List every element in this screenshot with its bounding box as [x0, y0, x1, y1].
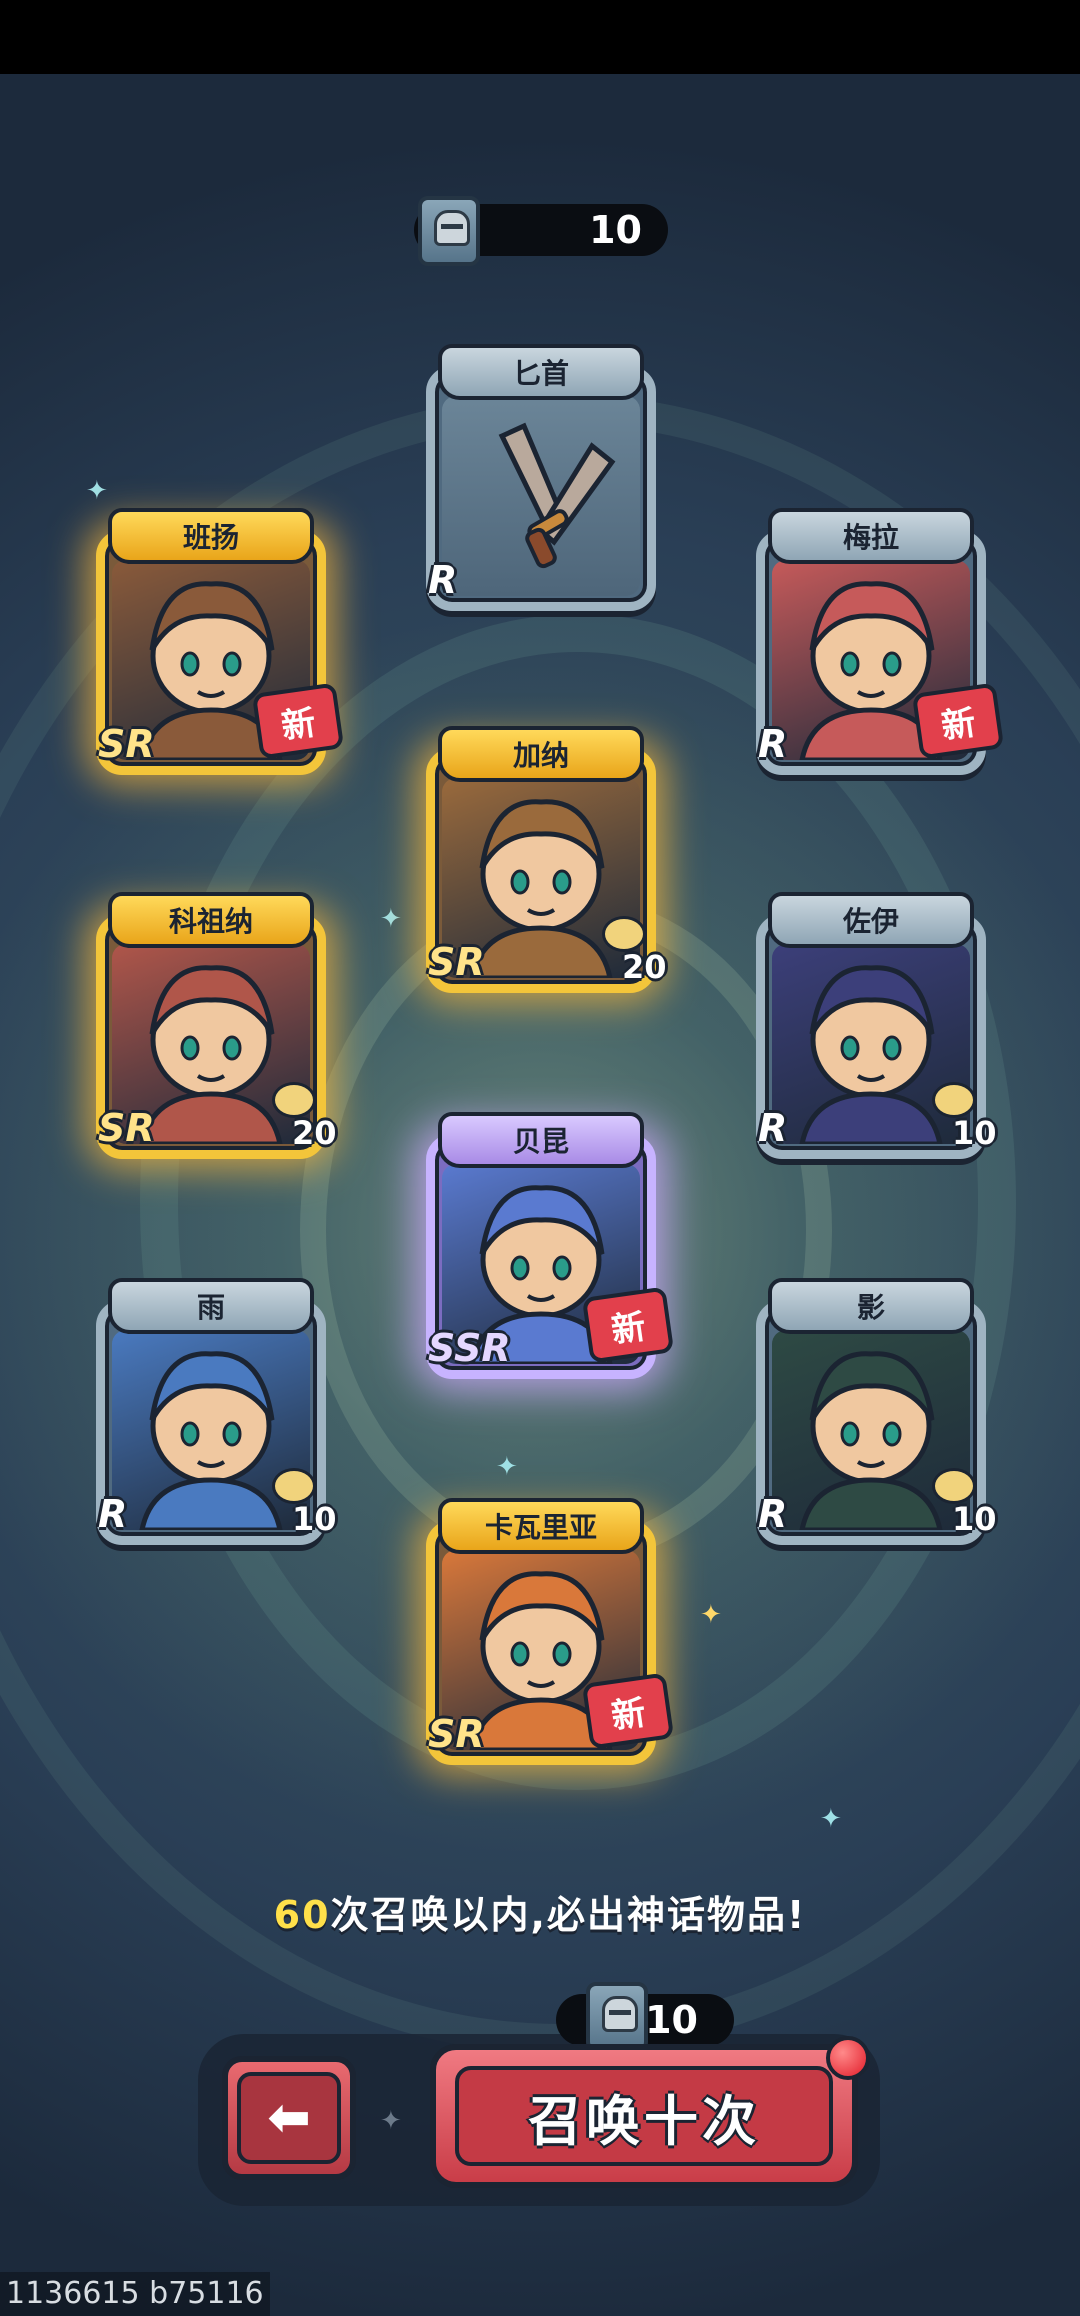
new-badge: 新	[911, 682, 1005, 760]
rarity-label: SSR	[428, 1326, 511, 1370]
card-name: 班扬	[108, 508, 314, 564]
status-bar	[0, 0, 1080, 74]
sparkle-icon: ✦	[820, 1804, 842, 1834]
pity-notice: 60次召唤以内,必出神话物品!	[0, 1884, 1080, 1939]
helmet-ticket-icon	[418, 196, 480, 266]
notification-dot	[826, 2036, 870, 2080]
card-name: 匕首	[438, 344, 644, 400]
rarity-label: R	[758, 1492, 788, 1536]
card-name: 梅拉	[768, 508, 974, 564]
sparkle-icon: ✦	[496, 1452, 518, 1482]
summon-ten-label: 召唤十次	[455, 2066, 833, 2166]
helmet-ticket-icon	[586, 1982, 648, 2052]
card-name: 佐伊	[768, 892, 974, 948]
sparkle-icon: ✦	[380, 904, 402, 934]
back-button[interactable]: ⬅	[222, 2056, 356, 2180]
shard-count: 10	[292, 1500, 337, 1538]
new-badge: 新	[581, 1672, 675, 1750]
sparkle-icon: ✦	[380, 2106, 402, 2136]
rarity-label: R	[98, 1492, 128, 1536]
rarity-label: SR	[428, 940, 485, 984]
card-name: 影	[768, 1278, 974, 1334]
pity-text: 次召唤以内,必出神话物品!	[330, 1893, 807, 1937]
dagger-icon	[442, 396, 640, 596]
rarity-label: SR	[98, 722, 155, 766]
sparkle-icon: ✦	[700, 1600, 722, 1630]
back-arrow-icon: ⬅	[237, 2072, 341, 2164]
rarity-label: R	[758, 1106, 788, 1150]
rarity-label: R	[758, 722, 788, 766]
card-name: 卡瓦里亚	[438, 1498, 644, 1554]
new-badge: 新	[251, 682, 345, 760]
shard-count: 20	[622, 948, 667, 986]
summon-cost: 10	[645, 1998, 698, 2042]
rarity-label: R	[428, 558, 458, 602]
rarity-label: SR	[428, 1712, 485, 1756]
card-name: 科祖纳	[108, 892, 314, 948]
rarity-label: SR	[98, 1106, 155, 1150]
card-name: 贝昆	[438, 1112, 644, 1168]
card-name: 加纳	[438, 726, 644, 782]
card-name: 雨	[108, 1278, 314, 1334]
version-text: 1136615 b75116	[0, 2272, 270, 2316]
shard-count: 10	[952, 1500, 997, 1538]
pity-number: 60	[273, 1893, 331, 1937]
summon-ten-button[interactable]: 召唤十次	[430, 2044, 858, 2188]
shard-count: 10	[952, 1114, 997, 1152]
ticket-count: 10	[589, 208, 642, 252]
sparkle-icon: ✦	[86, 476, 108, 506]
shard-count: 20	[292, 1114, 337, 1152]
new-badge: 新	[581, 1286, 675, 1364]
